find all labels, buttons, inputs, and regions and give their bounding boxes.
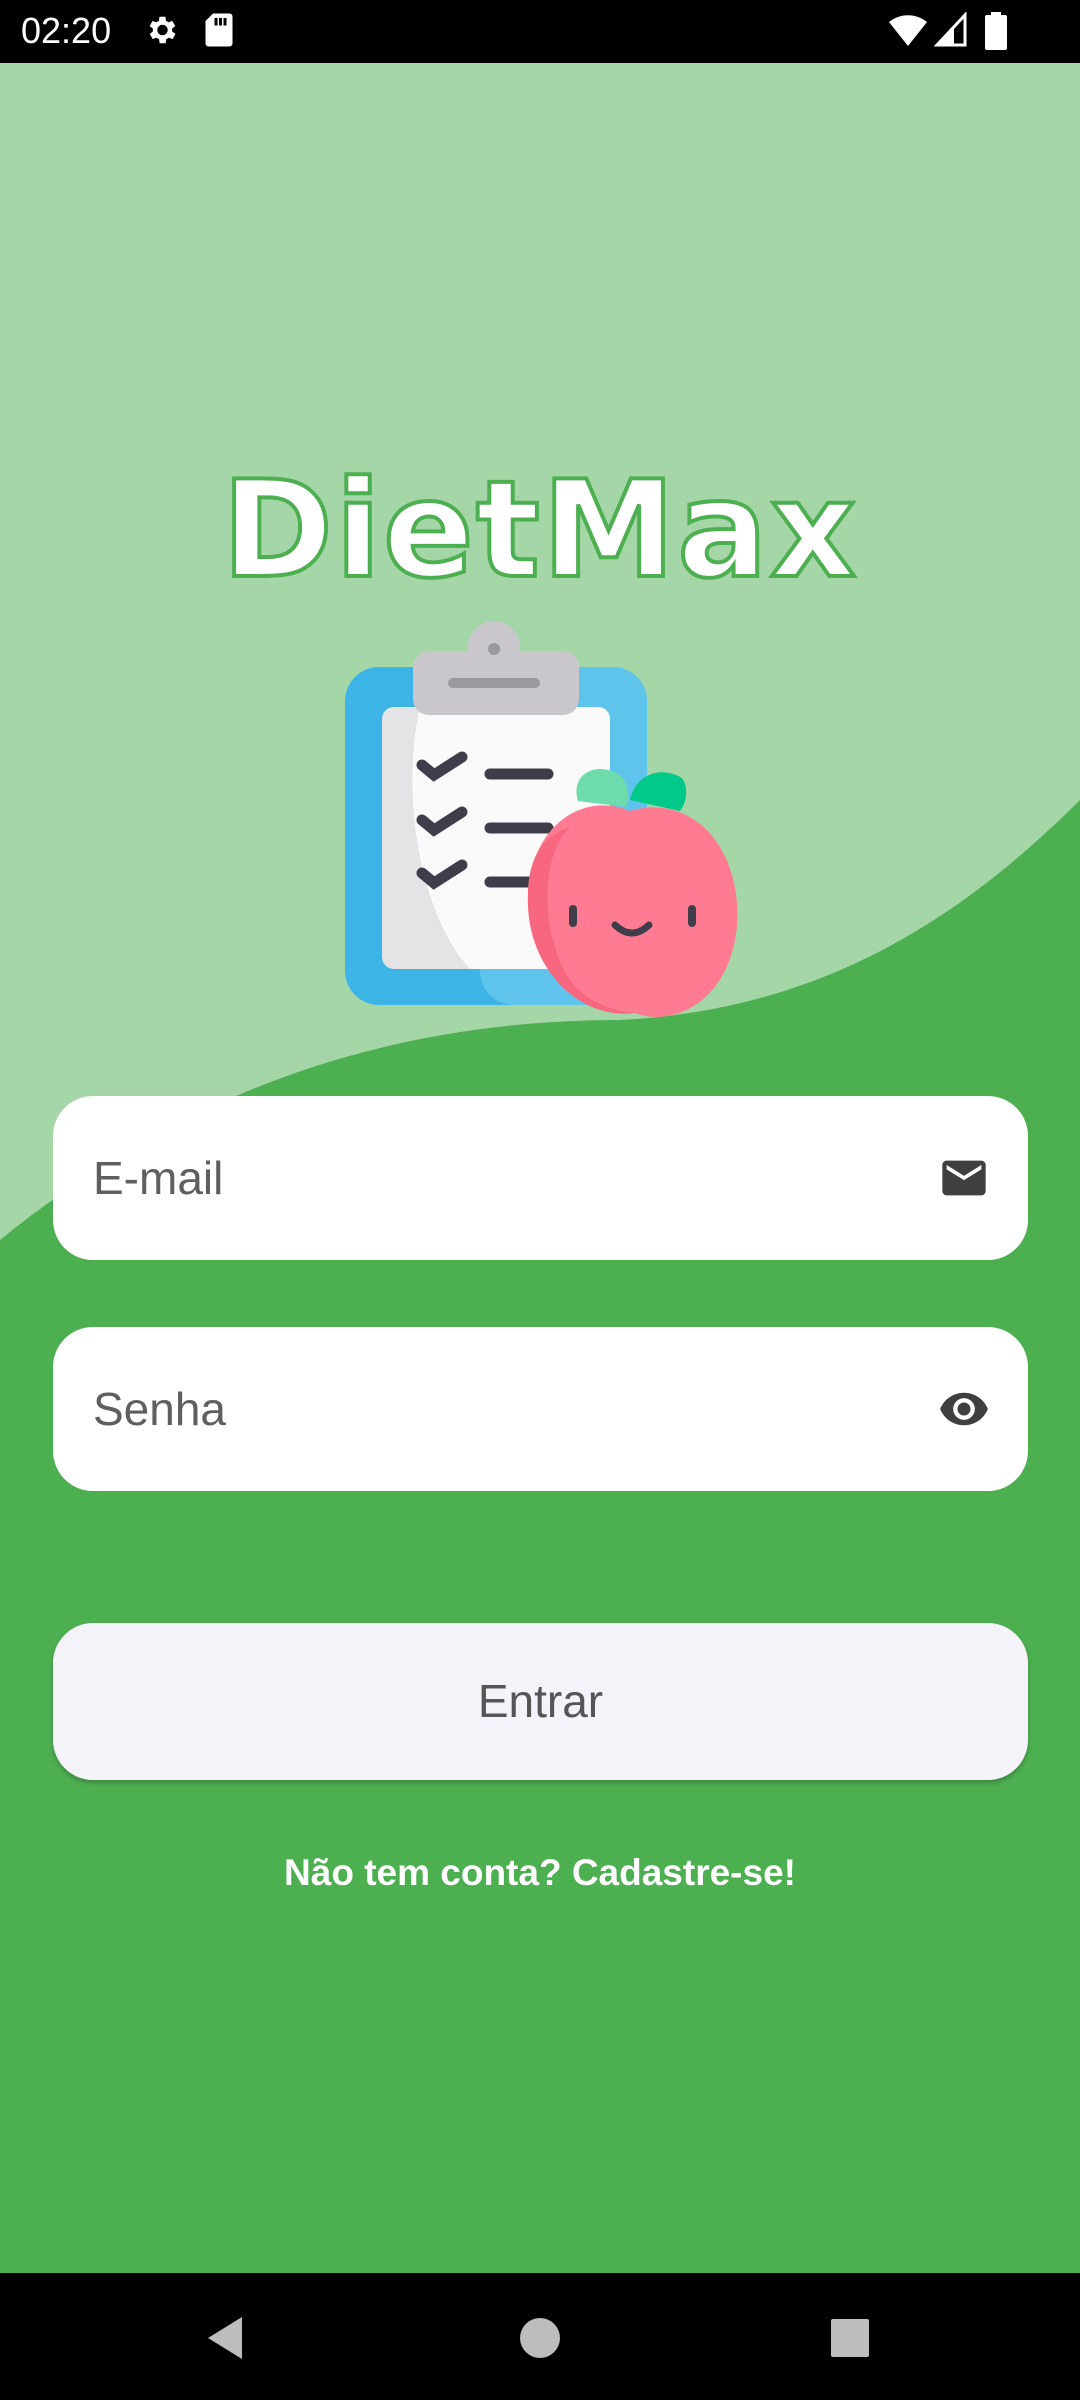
recents-icon[interactable] (815, 2303, 885, 2373)
status-bar: 02:20 (0, 0, 1080, 63)
mail-icon (942, 1160, 986, 1196)
sd-card-icon (205, 13, 233, 47)
app-logo: DietMax (220, 450, 859, 610)
signal-icon (934, 12, 967, 47)
gear-icon (149, 16, 176, 44)
navigation-bar (0, 2273, 1080, 2400)
login-button[interactable]: Entrar (53, 1623, 1028, 1780)
status-time: 02:20 (21, 10, 112, 51)
back-icon[interactable] (190, 2303, 260, 2373)
password-field-container (53, 1327, 1028, 1491)
password-input[interactable] (93, 1327, 913, 1491)
email-input[interactable] (93, 1096, 913, 1260)
login-screen: 02:20 DietMax E-mail Entrar Não tem cont… (0, 0, 1080, 2400)
eye-icon[interactable] (938, 1383, 990, 1435)
wifi-icon (889, 15, 927, 47)
battery-icon (985, 12, 1007, 50)
clipboard-apple-illustration (345, 621, 738, 1017)
signup-link[interactable]: Não tem conta? Cadastre-se! (0, 1848, 1080, 1898)
email-field-container (53, 1096, 1028, 1260)
home-icon[interactable] (505, 2303, 575, 2373)
